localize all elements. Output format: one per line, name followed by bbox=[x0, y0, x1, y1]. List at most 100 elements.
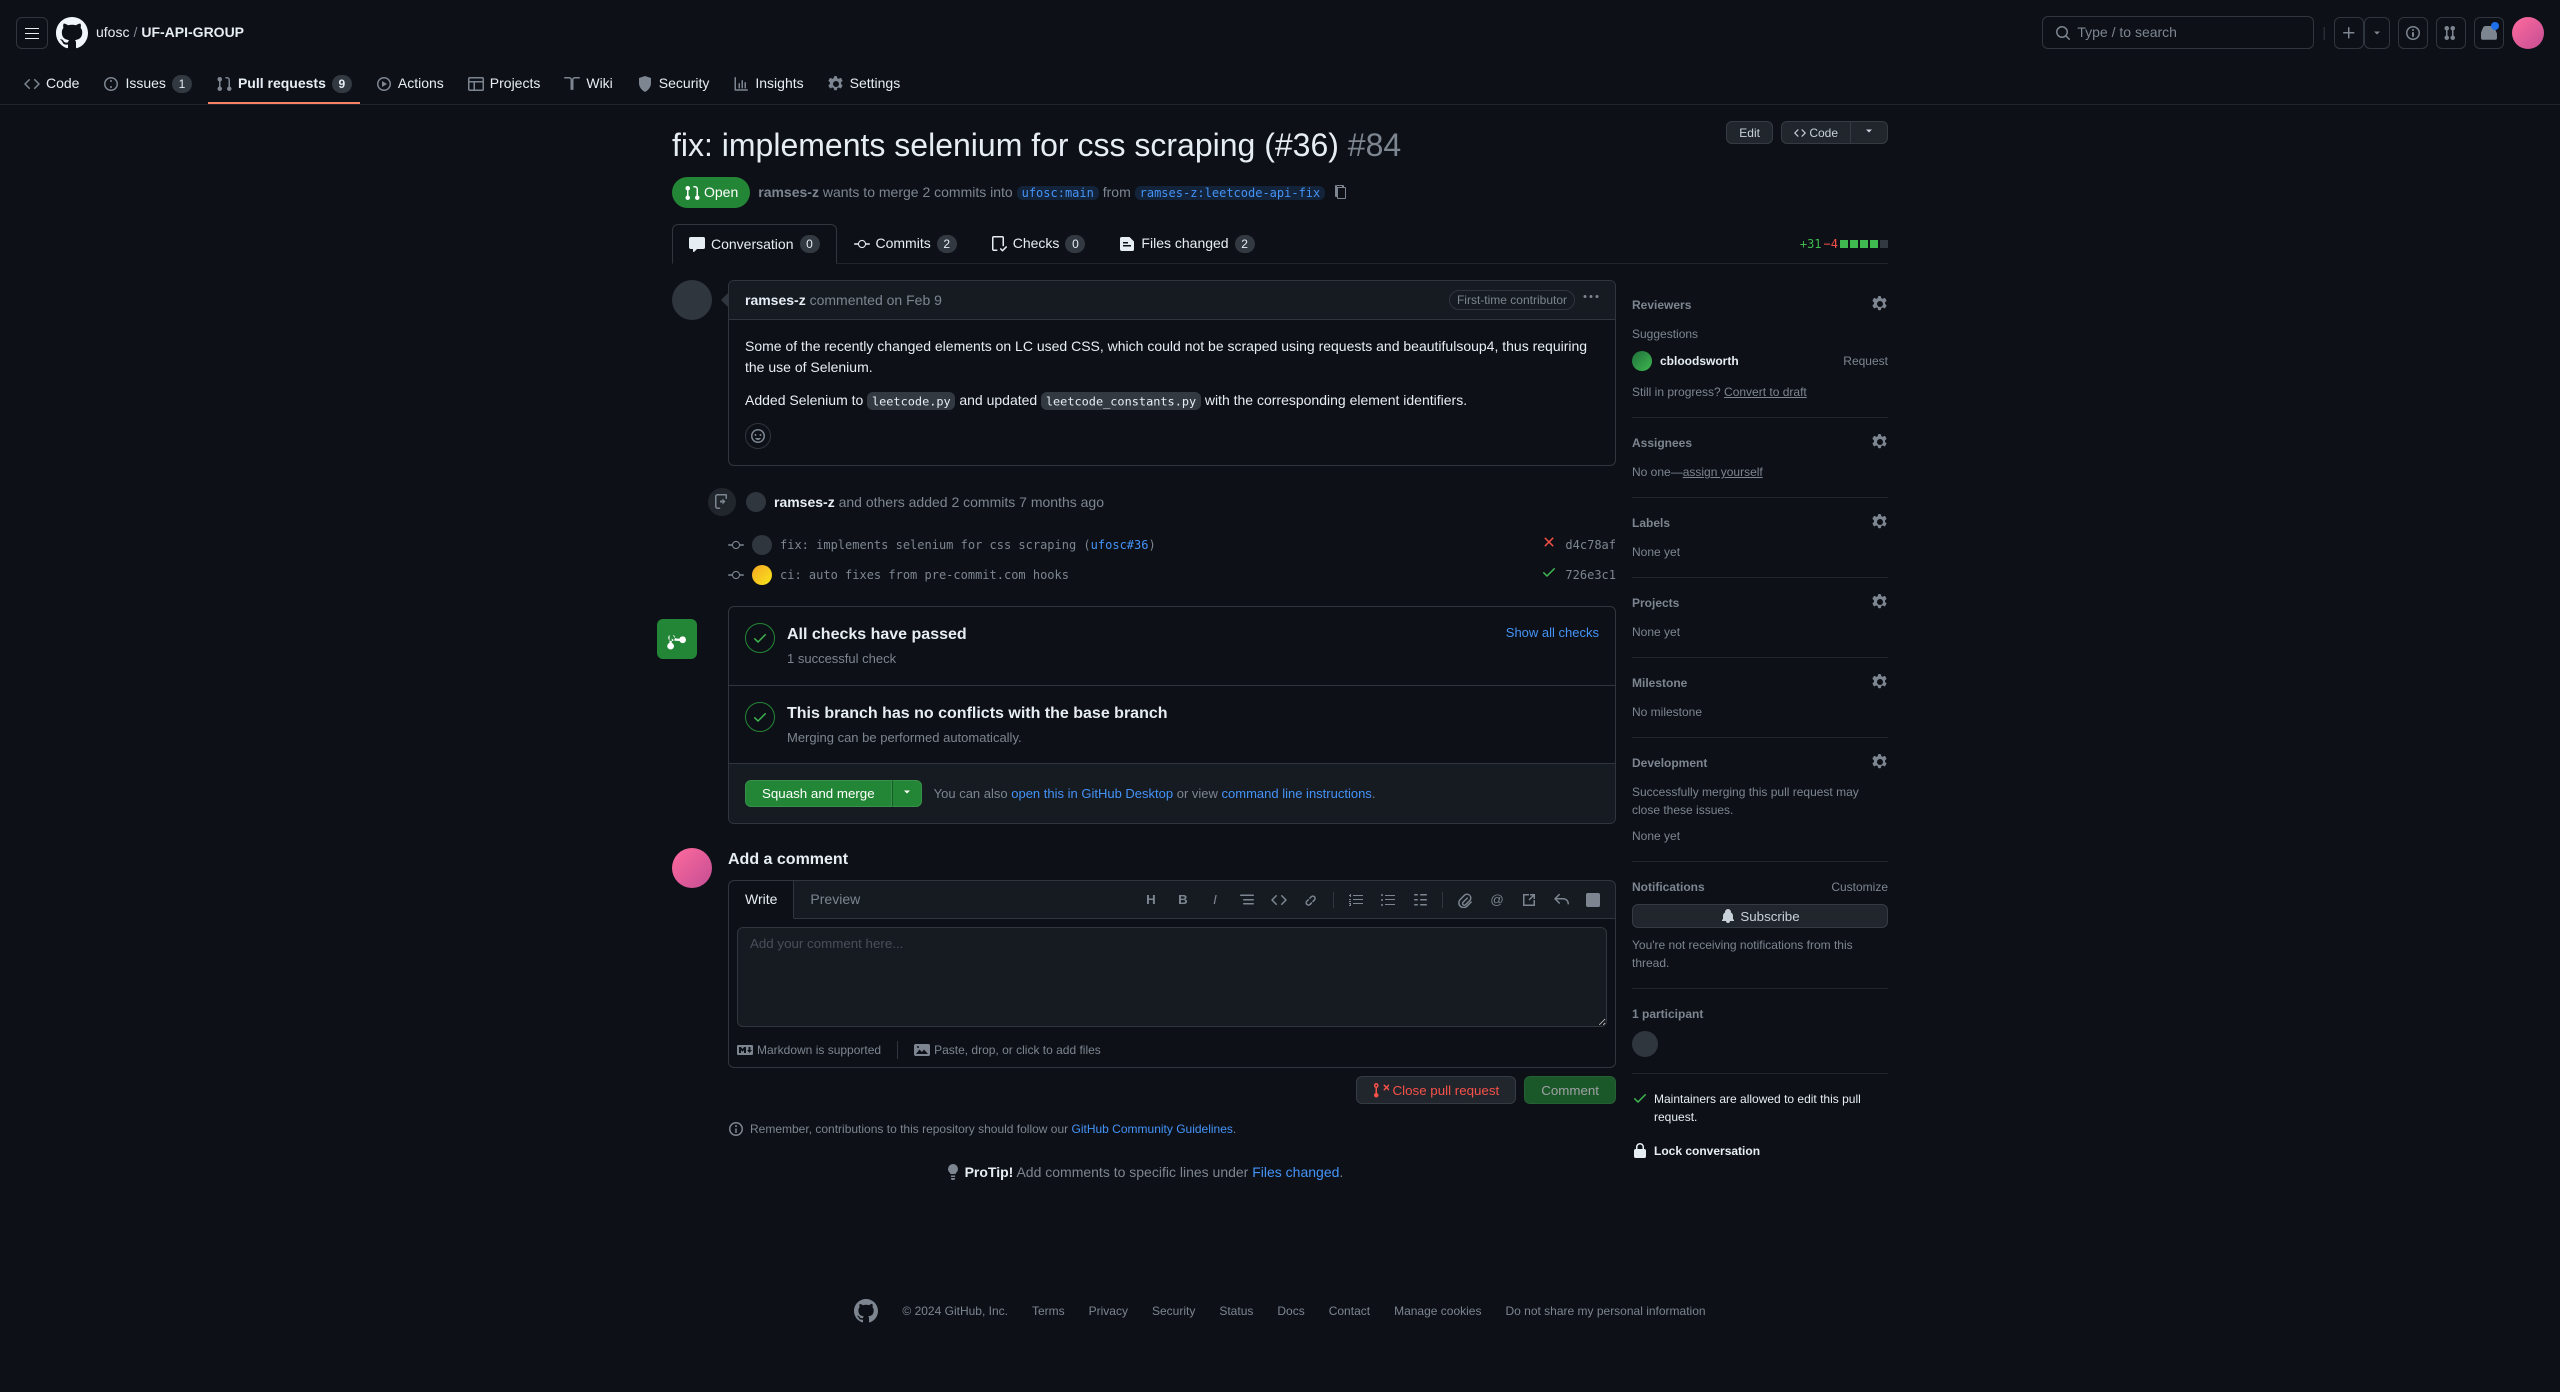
code-format-button[interactable] bbox=[1265, 886, 1293, 914]
repo-link[interactable]: UF-API-GROUP bbox=[141, 22, 244, 43]
show-all-checks-link[interactable]: Show all checks bbox=[1506, 623, 1599, 669]
footer-status[interactable]: Status bbox=[1219, 1302, 1253, 1320]
cross-reference-button[interactable] bbox=[1515, 886, 1543, 914]
comment-textarea[interactable] bbox=[737, 927, 1607, 1027]
bold-button[interactable]: B bbox=[1169, 886, 1197, 914]
copy-icon[interactable] bbox=[1333, 184, 1349, 200]
tab-checks[interactable]: Checks 0 bbox=[974, 224, 1103, 263]
tab-files[interactable]: Files changed 2 bbox=[1102, 224, 1271, 263]
squash-merge-button[interactable]: Squash and merge bbox=[745, 780, 892, 807]
push-date-link[interactable]: 7 months ago bbox=[1019, 494, 1104, 510]
editor-tab-preview[interactable]: Preview bbox=[794, 881, 876, 918]
markdown-link[interactable]: Markdown is supported bbox=[757, 1041, 881, 1059]
issues-button[interactable] bbox=[2398, 17, 2428, 49]
pusher-link[interactable]: ramses-z bbox=[774, 494, 835, 510]
convert-draft-link[interactable]: Convert to draft bbox=[1724, 385, 1807, 399]
guidelines-link[interactable]: GitHub Community Guidelines bbox=[1072, 1122, 1233, 1136]
footer-contact[interactable]: Contact bbox=[1329, 1302, 1370, 1320]
lock-conversation-link[interactable]: Lock conversation bbox=[1632, 1142, 1888, 1160]
commit-sha-link[interactable]: 726e3c1 bbox=[1565, 566, 1616, 584]
reaction-button[interactable] bbox=[745, 423, 771, 449]
customize-link[interactable]: Customize bbox=[1831, 878, 1888, 896]
base-branch[interactable]: ufosc:main bbox=[1017, 186, 1099, 200]
footer-security[interactable]: Security bbox=[1152, 1302, 1195, 1320]
upload-files-button[interactable]: Paste, drop, or click to add files bbox=[914, 1041, 1101, 1059]
task-list-button[interactable] bbox=[1406, 886, 1434, 914]
italic-button[interactable]: I bbox=[1201, 886, 1229, 914]
request-review-link[interactable]: Request bbox=[1843, 352, 1888, 370]
comment-avatar[interactable] bbox=[672, 280, 712, 320]
tab-wiki[interactable]: Wiki bbox=[556, 65, 620, 104]
tab-conversation[interactable]: Conversation 0 bbox=[672, 224, 837, 264]
suggestion-button[interactable] bbox=[1579, 886, 1607, 914]
commit-status-pass[interactable] bbox=[1541, 564, 1557, 586]
editor-tab-write[interactable]: Write bbox=[729, 881, 794, 919]
tab-security[interactable]: Security bbox=[629, 65, 718, 104]
numbered-list-button[interactable] bbox=[1342, 886, 1370, 914]
cli-instructions-link[interactable]: command line instructions bbox=[1222, 786, 1372, 801]
github-logo[interactable] bbox=[56, 17, 88, 49]
close-pr-button[interactable]: Close pull request bbox=[1356, 1076, 1517, 1104]
files-changed-link[interactable]: Files changed bbox=[1252, 1164, 1339, 1180]
reply-button[interactable] bbox=[1547, 886, 1575, 914]
footer-terms[interactable]: Terms bbox=[1032, 1302, 1065, 1320]
commit-message[interactable]: fix: implements selenium for css scrapin… bbox=[780, 536, 1533, 554]
head-branch[interactable]: ramses-z:leetcode-api-fix bbox=[1135, 186, 1326, 200]
labels-gear[interactable] bbox=[1872, 514, 1888, 535]
assignees-gear[interactable] bbox=[1872, 434, 1888, 455]
edit-button[interactable]: Edit bbox=[1726, 121, 1773, 144]
tab-actions[interactable]: Actions bbox=[368, 65, 452, 104]
pusher-avatar[interactable] bbox=[746, 492, 766, 512]
reviewers-gear[interactable] bbox=[1872, 296, 1888, 317]
footer-dnsmpi[interactable]: Do not share my personal information bbox=[1505, 1302, 1705, 1320]
participant-avatar[interactable] bbox=[1632, 1031, 1658, 1057]
create-button[interactable] bbox=[2334, 17, 2364, 49]
unordered-list-button[interactable] bbox=[1374, 886, 1402, 914]
merge-method-caret[interactable] bbox=[892, 780, 922, 807]
form-avatar[interactable] bbox=[672, 848, 712, 888]
pr-author-link[interactable]: ramses-z bbox=[758, 184, 819, 200]
search-input[interactable]: Type / to search bbox=[2042, 16, 2314, 49]
hamburger-button[interactable] bbox=[16, 17, 48, 49]
tab-insights[interactable]: Insights bbox=[725, 65, 811, 104]
footer-cookies[interactable]: Manage cookies bbox=[1394, 1302, 1481, 1320]
tab-issues[interactable]: Issues 1 bbox=[95, 65, 199, 104]
commit-sha-link[interactable]: d4c78af bbox=[1565, 536, 1616, 554]
heading-button[interactable]: H bbox=[1137, 886, 1165, 914]
tab-code[interactable]: Code bbox=[16, 65, 87, 104]
tab-projects[interactable]: Projects bbox=[460, 65, 549, 104]
development-gear[interactable] bbox=[1872, 754, 1888, 775]
commit-avatar[interactable] bbox=[752, 535, 772, 555]
pulls-button[interactable] bbox=[2436, 17, 2466, 49]
create-caret[interactable] bbox=[2364, 17, 2390, 49]
attach-button[interactable] bbox=[1451, 886, 1479, 914]
milestone-gear[interactable] bbox=[1872, 674, 1888, 695]
comment-author-link[interactable]: ramses-z bbox=[745, 292, 806, 308]
open-desktop-link[interactable]: open this in GitHub Desktop bbox=[1011, 786, 1173, 801]
code-caret[interactable] bbox=[1851, 121, 1888, 144]
tab-settings[interactable]: Settings bbox=[820, 65, 909, 104]
suggestion-avatar[interactable] bbox=[1632, 351, 1652, 371]
comment-button[interactable]: Comment bbox=[1524, 1076, 1616, 1104]
user-avatar[interactable] bbox=[2512, 17, 2544, 49]
footer-privacy[interactable]: Privacy bbox=[1089, 1302, 1128, 1320]
comment-date-link[interactable]: on Feb 9 bbox=[887, 292, 942, 308]
mention-button[interactable]: @ bbox=[1483, 886, 1511, 914]
tab-pulls[interactable]: Pull requests 9 bbox=[208, 65, 360, 104]
subscribe-button[interactable]: Subscribe bbox=[1632, 904, 1888, 928]
assign-yourself-link[interactable]: assign yourself bbox=[1683, 465, 1763, 479]
owner-link[interactable]: ufosc bbox=[96, 22, 129, 43]
quote-button[interactable] bbox=[1233, 886, 1261, 914]
suggestion-user-link[interactable]: cbloodsworth bbox=[1660, 352, 1739, 370]
link-button[interactable] bbox=[1297, 886, 1325, 914]
comment-menu-button[interactable] bbox=[1583, 289, 1599, 311]
commit-avatar[interactable] bbox=[752, 565, 772, 585]
tab-commits[interactable]: Commits 2 bbox=[837, 224, 974, 263]
projects-gear[interactable] bbox=[1872, 594, 1888, 615]
code-button[interactable]: Code bbox=[1781, 121, 1851, 144]
footer-docs[interactable]: Docs bbox=[1277, 1302, 1304, 1320]
commit-status-fail[interactable] bbox=[1541, 534, 1557, 556]
github-logo-footer[interactable] bbox=[854, 1299, 878, 1323]
notifications-button[interactable] bbox=[2474, 17, 2504, 49]
commit-message[interactable]: ci: auto fixes from pre-commit.com hooks bbox=[780, 566, 1533, 584]
